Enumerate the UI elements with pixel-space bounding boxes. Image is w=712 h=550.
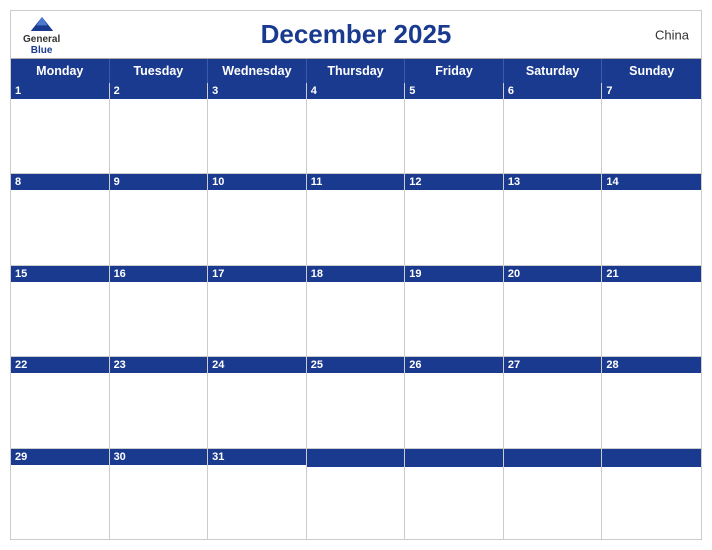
calendar: General Blue December 2025 China Monday … bbox=[10, 10, 702, 540]
day-cell-24: 24 bbox=[208, 357, 307, 447]
header-saturday: Saturday bbox=[504, 59, 603, 83]
day-cell-18: 18 bbox=[307, 266, 406, 356]
day-cell-5: 5 bbox=[405, 83, 504, 173]
day-cell-31: 31 bbox=[208, 449, 307, 539]
day-cell-28: 28 bbox=[602, 357, 701, 447]
week-row-2: 8 9 10 11 12 13 14 bbox=[11, 174, 701, 265]
day-cell-empty-2 bbox=[405, 449, 504, 539]
day-cell-7: 7 bbox=[602, 83, 701, 173]
day-cell-21: 21 bbox=[602, 266, 701, 356]
logo-icon bbox=[28, 14, 56, 34]
day-cell-30: 30 bbox=[110, 449, 209, 539]
day-cell-2: 2 bbox=[110, 83, 209, 173]
week-row-5: 29 30 31 bbox=[11, 449, 701, 539]
day-cell-12: 12 bbox=[405, 174, 504, 264]
logo: General Blue bbox=[23, 14, 60, 56]
day-headers: Monday Tuesday Wednesday Thursday Friday… bbox=[11, 59, 701, 83]
day-cell-11: 11 bbox=[307, 174, 406, 264]
day-cell-6: 6 bbox=[504, 83, 603, 173]
header-friday: Friday bbox=[405, 59, 504, 83]
day-cell-empty-4 bbox=[602, 449, 701, 539]
week-row-3: 15 16 17 18 19 20 21 bbox=[11, 266, 701, 357]
day-cell-20: 20 bbox=[504, 266, 603, 356]
day-cell-15: 15 bbox=[11, 266, 110, 356]
day-cell-10: 10 bbox=[208, 174, 307, 264]
day-cell-14: 14 bbox=[602, 174, 701, 264]
day-cell-17: 17 bbox=[208, 266, 307, 356]
day-cell-16: 16 bbox=[110, 266, 209, 356]
day-cell-22: 22 bbox=[11, 357, 110, 447]
day-cell-29: 29 bbox=[11, 449, 110, 539]
calendar-header: General Blue December 2025 China bbox=[11, 11, 701, 58]
day-cell-25: 25 bbox=[307, 357, 406, 447]
day-cell-empty-3 bbox=[504, 449, 603, 539]
day-cell-4: 4 bbox=[307, 83, 406, 173]
week-row-4: 22 23 24 25 26 27 28 bbox=[11, 357, 701, 448]
day-cell-8: 8 bbox=[11, 174, 110, 264]
weeks-container: 1 2 3 4 5 6 7 8 9 10 11 12 13 14 15 16 bbox=[11, 83, 701, 539]
country-label: China bbox=[655, 27, 689, 42]
header-tuesday: Tuesday bbox=[110, 59, 209, 83]
day-cell-27: 27 bbox=[504, 357, 603, 447]
day-cell-23: 23 bbox=[110, 357, 209, 447]
day-cell-19: 19 bbox=[405, 266, 504, 356]
calendar-title: December 2025 bbox=[261, 19, 452, 50]
day-cell-1: 1 bbox=[11, 83, 110, 173]
week-row-1: 1 2 3 4 5 6 7 bbox=[11, 83, 701, 174]
day-cell-empty-1 bbox=[307, 449, 406, 539]
day-cell-13: 13 bbox=[504, 174, 603, 264]
logo-general-text: General bbox=[23, 34, 60, 45]
header-wednesday: Wednesday bbox=[208, 59, 307, 83]
calendar-grid: Monday Tuesday Wednesday Thursday Friday… bbox=[11, 58, 701, 539]
header-thursday: Thursday bbox=[307, 59, 406, 83]
day-cell-9: 9 bbox=[110, 174, 209, 264]
header-monday: Monday bbox=[11, 59, 110, 83]
header-sunday: Sunday bbox=[602, 59, 701, 83]
day-cell-3: 3 bbox=[208, 83, 307, 173]
logo-blue-text: Blue bbox=[31, 45, 53, 56]
day-cell-26: 26 bbox=[405, 357, 504, 447]
